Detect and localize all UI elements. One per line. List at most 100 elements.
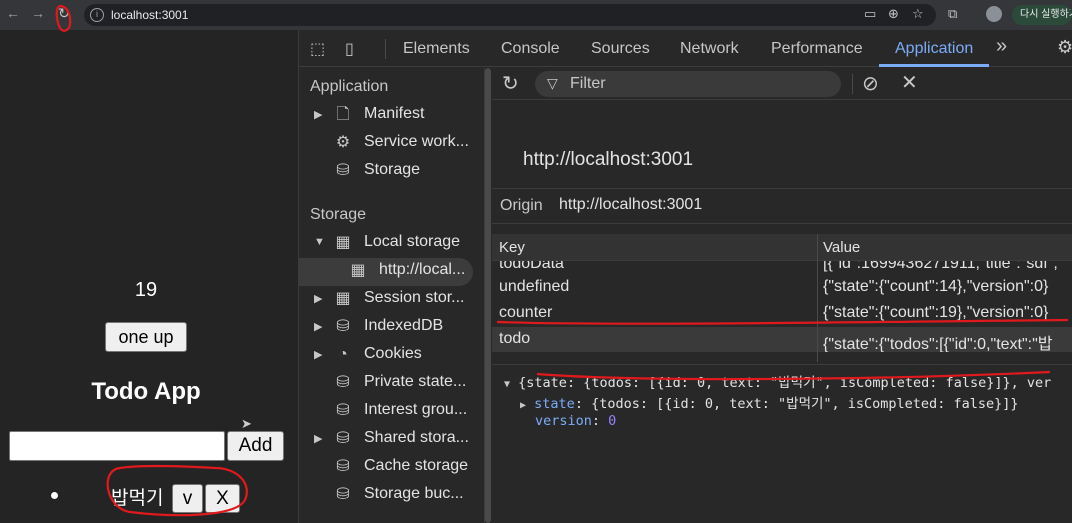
sidebar-item-cache-storage[interactable]: ⛁ Cache storage [299,454,484,482]
sidebar-item-label: http://local... [379,261,466,278]
table-row[interactable]: undefined {"state":{"count":14},"version… [492,275,1072,300]
address-bar[interactable]: i localhost:3001 [84,4,936,26]
cast-icon[interactable]: ▭ [864,6,876,22]
mouse-cursor-icon: ➤ [241,416,252,431]
preview-state-key: state [534,396,575,412]
sidebar-item-label: Storage buc... [364,485,464,502]
sidebar-item-label: Private state... [364,373,467,390]
sidebar-item-local-storage[interactable]: ▼ ▦ Local storage [299,230,484,258]
preview-version-value: 0 [608,413,617,429]
zoom-icon[interactable]: ⊕ [888,6,899,22]
tab-performance[interactable]: Performance [771,40,863,58]
sidebar-item-indexeddb[interactable]: ▶ ⛁ IndexedDB [299,314,484,342]
list-bullet [51,492,58,499]
preview-version-line: version: 0 [535,413,617,429]
row-key: todoData [499,261,564,272]
active-tab-indicator [879,64,989,67]
add-button[interactable]: Add [227,431,284,461]
sidebar-item-manifest[interactable]: ▶ 🗋 Manifest [299,102,484,130]
sidebar-item-session-storage[interactable]: ▶ ▦ Session stor... [299,286,484,314]
page-title: Todo App [91,378,201,405]
todo-item-text: 밥먹기 [111,488,164,509]
counter-value: 19 [134,279,158,301]
expand-arrow-icon[interactable]: ▶ [314,292,322,305]
preview-state-line[interactable]: ▶ state: {todos: [{id: 0, text: "밥먹기", i… [520,392,1018,412]
more-tabs-icon[interactable]: » [996,35,1007,58]
collapse-arrow-icon[interactable]: ▼ [314,236,325,248]
table-row[interactable]: counter {"state":{"count":19},"version":… [492,301,1072,326]
table-grid-icon: ▦ [335,290,351,307]
sidebar-item-interest-groups[interactable]: ⛁ Interest grou... [299,398,484,426]
value-column-header[interactable]: Value [823,239,860,256]
sidebar-item-local-origin[interactable]: ▦ http://local... [299,258,473,286]
sidebar-item-private-state[interactable]: ⛁ Private state... [299,370,484,398]
origin-value: http://localhost:3001 [559,196,703,213]
scrollbar-thumb[interactable] [485,68,491,523]
todo-input[interactable] [9,431,225,461]
sidebar-item-label: Shared stora... [364,429,469,446]
expand-arrow-icon[interactable]: ▶ [314,432,322,445]
row-value: {"state":{"count":19},"version":0} [823,304,1049,321]
sidebar-item-label: Interest grou... [364,401,468,418]
sidebar-section-storage: Storage [310,206,367,223]
sidebar-item-service-workers[interactable]: ⚙ Service work... [299,130,484,158]
relaunch-button[interactable]: 다시 실행하기 [1012,5,1072,25]
inspect-element-icon[interactable]: ⬚ [310,39,325,59]
tab-console[interactable]: Console [501,40,560,58]
extensions-icon[interactable]: ⧉ [948,6,957,22]
sidebar-item-storage-buckets[interactable]: ⛁ Storage buc... [299,482,484,510]
sidebar-item-label: Storage [364,161,421,178]
origin-row: Origin http://localhost:3001 [492,188,1072,224]
reload-icon[interactable]: ↻ [55,5,73,22]
expand-arrow-icon[interactable]: ▶ [520,400,526,411]
delete-button[interactable]: X [205,484,240,513]
device-toolbar-icon[interactable]: ▯ [345,39,354,59]
database-icon: ⛁ [336,374,350,391]
complete-button[interactable]: v [172,484,203,513]
bookmark-star-icon[interactable]: ☆ [912,6,924,22]
sidebar-item-label: Service work... [364,133,469,150]
sidebar-scrollbar[interactable] [485,68,491,523]
preview-version-key: version [535,413,592,429]
row-value: [{"id":1699436271911,"title":"sdf"," [823,261,1064,272]
site-info-icon[interactable]: i [90,8,104,22]
table-row[interactable]: todoData [{"id":1699436271911,"title":"s… [492,261,1072,275]
tab-application[interactable]: Application [895,40,973,58]
expand-arrow-icon[interactable]: ▶ [314,348,322,361]
table-row-selected[interactable]: todo {"state":{"todos":[{"id":0,"text":"… [492,327,1072,352]
row-value: {"state":{"count":14},"version":0} [823,278,1049,295]
preview-root-line[interactable]: ▼ {state: {todos: [{id: 0, text: "밥먹기", … [504,371,1051,391]
origin-heading: http://localhost:3001 [523,149,694,170]
sidebar-item-shared-storage[interactable]: ▶ ⛁ Shared stora... [299,426,484,454]
column-divider[interactable] [817,234,818,362]
refresh-icon[interactable]: ↻ [502,71,519,96]
devtools-panel: ⬚ ▯ Elements Console Sources Network Per… [298,30,1072,523]
collapse-arrow-icon[interactable]: ▼ [504,379,510,390]
sidebar-item-label: Cookies [364,345,422,362]
database-icon: ⛁ [336,430,350,447]
expand-arrow-icon[interactable]: ▶ [314,108,322,121]
tab-elements[interactable]: Elements [403,40,470,58]
file-icon: 🗋 [336,106,350,123]
sidebar-item-cookies[interactable]: ▶ ◔ Cookies [299,342,484,370]
one-up-button[interactable]: one up [105,322,187,352]
tab-network[interactable]: Network [680,40,739,58]
sidebar-item-label: Manifest [364,105,425,122]
settings-gear-icon[interactable]: ⚙ [1057,37,1072,58]
forward-icon[interactable]: → [29,5,47,21]
filter-input[interactable]: ▽ Filter [535,71,841,97]
profile-avatar[interactable] [986,6,1002,22]
expand-arrow-icon[interactable]: ▶ [314,320,322,333]
sidebar-item-storage[interactable]: ⛁ Storage [299,158,484,186]
table-grid-icon: ▦ [335,234,351,251]
delete-selected-icon[interactable]: ✕ [901,70,918,95]
database-icon: ⛁ [336,458,350,475]
back-icon[interactable]: ← [4,5,22,21]
database-icon: ⛁ [336,402,350,419]
filter-placeholder: Filter [570,75,606,92]
key-column-header[interactable]: Key [499,239,525,256]
devtools-tabbar: ⬚ ▯ Elements Console Sources Network Per… [299,30,1072,67]
clear-all-icon[interactable]: ⊘ [862,71,879,96]
database-icon: ⛁ [336,318,350,335]
tab-sources[interactable]: Sources [591,40,650,58]
